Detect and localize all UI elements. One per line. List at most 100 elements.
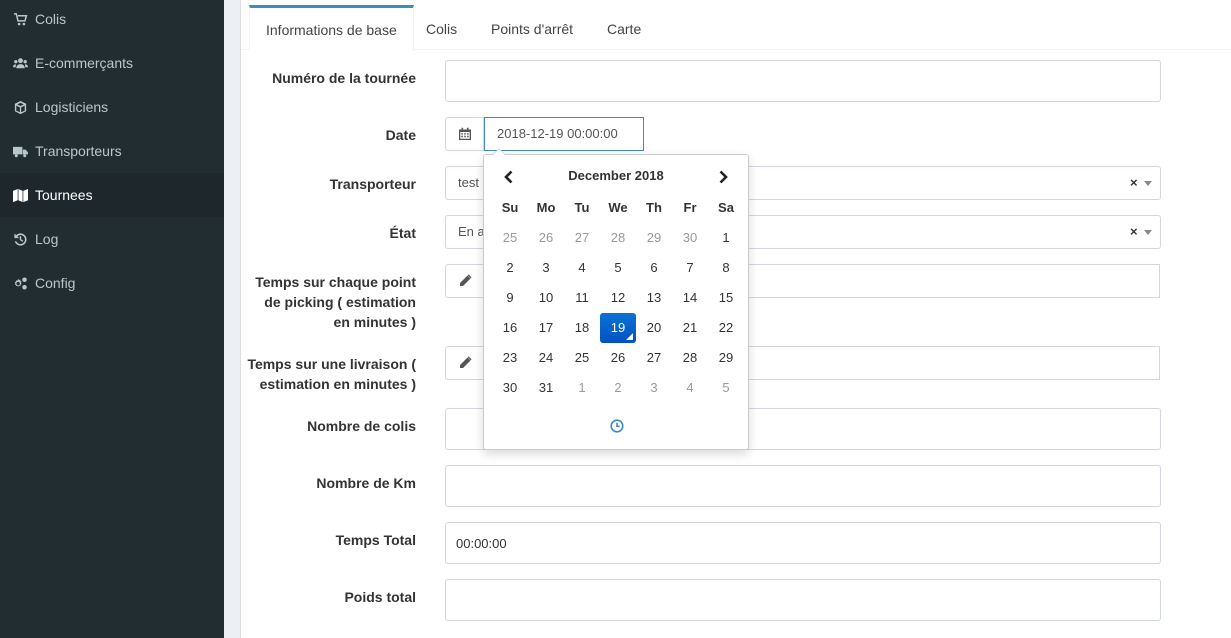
chevron-left-icon[interactable] [499, 167, 519, 187]
temps-picking-label-line: Temps sur chaque point [255, 274, 416, 290]
sidebar-item-logisticiens[interactable]: Logisticiens [0, 85, 224, 129]
datepicker-day[interactable]: 9 [492, 283, 528, 313]
tab-points-arret[interactable]: Points d'arrêt [475, 5, 589, 50]
datepicker-day[interactable]: 26 [528, 223, 564, 253]
sidebar-item-label: E-commerçants [35, 55, 134, 71]
map-icon [12, 187, 28, 203]
datepicker-day[interactable]: 4 [564, 253, 600, 283]
datepicker-day[interactable]: 11 [564, 283, 600, 313]
pencil-icon[interactable] [445, 264, 484, 298]
datepicker-day[interactable]: 14 [672, 283, 708, 313]
sidebar-item-tournees[interactable]: Tournees [0, 173, 224, 217]
etat-label: État [389, 225, 416, 241]
temps-total-value: 00:00:00 [456, 536, 507, 551]
datepicker-day[interactable]: 6 [636, 253, 672, 283]
datepicker-day[interactable]: 15 [708, 283, 744, 313]
sidebar-item-label: Transporteurs [35, 143, 122, 159]
sidebar-item-label: Colis [35, 11, 67, 27]
temps-picking-label-line: en minutes ) [333, 314, 416, 330]
sidebar-item-log[interactable]: Log [0, 217, 224, 261]
datepicker-day[interactable]: 1 [708, 223, 744, 253]
datepicker-day[interactable]: 8 [708, 253, 744, 283]
datepicker-day[interactable]: 12 [600, 283, 636, 313]
weekday-header: Tu [574, 200, 590, 215]
datepicker-day[interactable]: 22 [708, 313, 744, 343]
transporteur-label: Transporteur [329, 176, 416, 192]
temps-total-input[interactable]: 00:00:00 [445, 522, 1161, 564]
datepicker-day[interactable]: 27 [636, 343, 672, 373]
cogs-icon [12, 275, 28, 291]
numero-input[interactable] [445, 60, 1161, 102]
datepicker-day[interactable]: 20 [636, 313, 672, 343]
datepicker-day[interactable]: 29 [708, 343, 744, 373]
weekday-header: Th [646, 200, 662, 215]
sidebar: Colis E-commerçants Logisticiens Transpo… [0, 0, 224, 638]
datepicker-day[interactable]: 25 [564, 343, 600, 373]
sidebar-item-label: Logisticiens [35, 99, 109, 115]
temps-livraison-label-line: Temps sur une livraison ( [247, 356, 416, 372]
weekday-header: Su [501, 200, 519, 215]
clear-icon[interactable]: × [1130, 167, 1138, 199]
datepicker-day[interactable]: 21 [672, 313, 708, 343]
users-icon [12, 55, 28, 71]
sidebar-item-colis[interactable]: Colis [0, 0, 224, 41]
date-input[interactable]: 2018-12-19 00:00:00 [484, 117, 644, 151]
history-icon [12, 231, 28, 247]
calendar-icon[interactable] [445, 117, 484, 151]
datepicker-day[interactable]: 26 [600, 343, 636, 373]
datepicker-day[interactable]: 30 [492, 373, 528, 403]
datepicker-day[interactable]: 29 [636, 223, 672, 253]
clear-icon[interactable]: × [1130, 216, 1138, 248]
datepicker-day[interactable]: 18 [564, 313, 600, 343]
weekday-header: Sa [718, 200, 734, 215]
transporteur-value: test [458, 175, 479, 190]
datepicker-day[interactable]: 4 [672, 373, 708, 403]
datepicker-day-selected[interactable]: 19 [600, 313, 636, 343]
datepicker-day[interactable]: 28 [600, 223, 636, 253]
numero-label: Numéro de la tournée [272, 70, 416, 86]
tab-informations-de-base[interactable]: Informations de base [249, 5, 414, 51]
nombre-km-input[interactable] [445, 465, 1161, 507]
chevron-right-icon[interactable] [713, 167, 733, 187]
datepicker-day[interactable]: 7 [672, 253, 708, 283]
datepicker-day[interactable]: 16 [492, 313, 528, 343]
datepicker-month-title[interactable]: December 2018 [544, 168, 688, 183]
datepicker-day[interactable]: 5 [600, 253, 636, 283]
datepicker-day[interactable]: 27 [564, 223, 600, 253]
datepicker-day[interactable]: 31 [528, 373, 564, 403]
nombre-km-label: Nombre de Km [316, 475, 416, 491]
datepicker-day[interactable]: 2 [492, 253, 528, 283]
truck-icon [12, 143, 28, 159]
pencil-icon[interactable] [445, 346, 484, 380]
cart-icon [12, 11, 28, 27]
datepicker-day[interactable]: 3 [528, 253, 564, 283]
datepicker-day[interactable]: 10 [528, 283, 564, 313]
datepicker-day[interactable]: 30 [672, 223, 708, 253]
datepicker-day[interactable]: 2 [600, 373, 636, 403]
datepicker-day[interactable]: 28 [672, 343, 708, 373]
temps-total-label: Temps Total [335, 532, 416, 548]
tab-carte[interactable]: Carte [591, 5, 657, 50]
datepicker-day[interactable]: 13 [636, 283, 672, 313]
sidebar-item-label: Tournees [35, 187, 93, 203]
datepicker-day[interactable]: 5 [708, 373, 744, 403]
chevron-down-icon [1144, 230, 1152, 235]
weekday-header: We [608, 200, 628, 215]
datepicker-day[interactable]: 24 [528, 343, 564, 373]
tab-colis[interactable]: Colis [410, 5, 473, 50]
sidebar-item-ecommercants[interactable]: E-commerçants [0, 41, 224, 85]
poids-total-input[interactable] [445, 579, 1161, 621]
sidebar-item-config[interactable]: Config [0, 261, 224, 305]
datepicker-day[interactable]: 3 [636, 373, 672, 403]
datepicker-day[interactable]: 1 [564, 373, 600, 403]
temps-livraison-label-line: estimation en minutes ) [259, 376, 416, 392]
datepicker-day[interactable]: 23 [492, 343, 528, 373]
datepicker-day[interactable]: 17 [528, 313, 564, 343]
date-label: Date [385, 127, 416, 143]
weekday-header: Fr [683, 200, 697, 215]
clock-icon[interactable] [610, 419, 624, 433]
weekday-header: Mo [536, 200, 556, 215]
datepicker-day[interactable]: 25 [492, 223, 528, 253]
temps-livraison-label: Temps sur une livraison ( estimation en … [246, 354, 416, 394]
sidebar-item-transporteurs[interactable]: Transporteurs [0, 129, 224, 173]
